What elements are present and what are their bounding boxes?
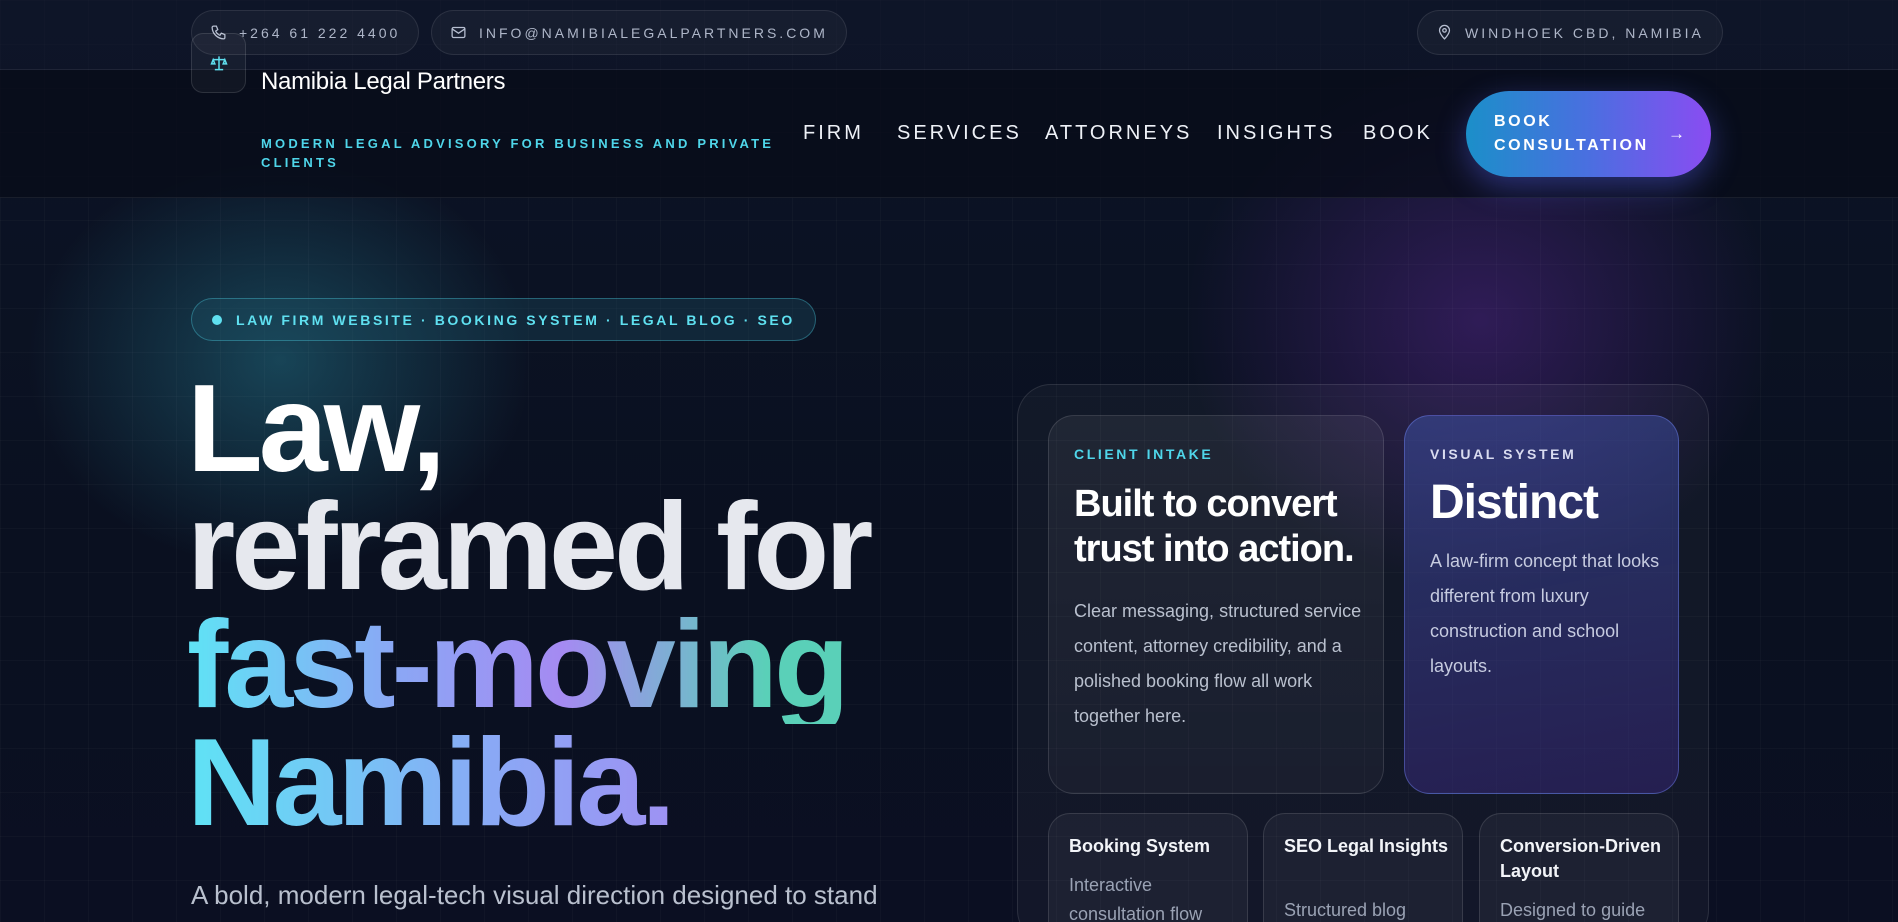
location-text: WINDHOEK CBD, NAMIBIA — [1465, 24, 1704, 41]
email-link[interactable]: INFO@NAMIBIALEGALPARTNERS.COM — [431, 10, 847, 55]
feature-title: Conversion-Driven Layout — [1500, 836, 1662, 881]
dot-icon — [212, 314, 222, 325]
hero-headline: Law, reframed for fast-moving Namibia. — [187, 360, 873, 845]
card-title: Built to convert trust into action. — [1074, 483, 1355, 570]
hero-badge: LAW FIRM WEBSITE · BOOKING SYSTEM · LEGA… — [191, 298, 816, 341]
headline-line-3: fast-moving — [187, 603, 869, 727]
arrow-right-icon: → — [1668, 124, 1685, 143]
headline-line-1: Law, — [187, 360, 446, 498]
card-body: Clear messaging, structured service cont… — [1074, 601, 1362, 726]
feature-body: Structured blog — [1284, 900, 1407, 920]
feature-title: SEO Legal Insights — [1284, 836, 1449, 856]
feature-body: Interactive consultation flow — [1069, 875, 1203, 922]
email-address: INFO@NAMIBIALEGALPARTNERS.COM — [479, 24, 828, 41]
card-body: A law-firm concept that looks different … — [1430, 551, 1660, 676]
cta-label: BOOK CONSULTATION — [1494, 113, 1649, 154]
headline-line-4: Namibia. — [187, 721, 869, 845]
contact-bar: +264 61 222 4400 INFO@NAMIBIALEGALPARTNE… — [0, 0, 1898, 70]
visual-system-card: VISUAL SYSTEM Distinct A law-firm concep… — [1404, 415, 1679, 794]
brand-name: Namibia Legal Partners — [261, 68, 506, 95]
card-eyebrow: VISUAL SYSTEM — [1430, 446, 1577, 462]
phone-number: +264 61 222 4400 — [239, 24, 401, 41]
map-pin-icon — [1438, 24, 1451, 40]
feature-card-booking: Booking System Interactive consultation … — [1048, 813, 1248, 922]
feature-card-seo: SEO Legal Insights Structured blog — [1263, 813, 1463, 922]
brand-tagline: MODERN LEGAL ADVISORY FOR BUSINESS AND P… — [261, 136, 775, 170]
nav-book[interactable]: BOOK — [1363, 122, 1433, 145]
headline-line-2: reframed for — [187, 478, 873, 616]
nav-insights[interactable]: INSIGHTS — [1217, 122, 1335, 145]
hero-badge-text: LAW FIRM WEBSITE · BOOKING SYSTEM · LEGA… — [236, 311, 795, 328]
hero-subcopy: A bold, modern legal-tech visual directi… — [191, 880, 878, 910]
card-title: Distinct — [1430, 476, 1599, 529]
feature-body: Designed to guide — [1500, 900, 1646, 920]
location-pill: WINDHOEK CBD, NAMIBIA — [1417, 10, 1723, 55]
book-consultation-button[interactable]: BOOK CONSULTATION → — [1466, 91, 1711, 177]
scales-icon — [209, 56, 228, 71]
nav-services[interactable]: SERVICES — [897, 122, 1022, 145]
client-intake-card: CLIENT INTAKE Built to convert trust int… — [1048, 415, 1384, 794]
feature-title: Booking System — [1069, 836, 1211, 856]
nav-firm[interactable]: FIRM — [803, 122, 864, 145]
nav-attorneys[interactable]: ATTORNEYS — [1045, 122, 1192, 145]
mail-icon — [451, 26, 466, 39]
logo[interactable] — [191, 33, 246, 93]
card-eyebrow: CLIENT INTAKE — [1074, 446, 1214, 462]
feature-card-conversion: Conversion-Driven Layout Designed to gui… — [1479, 813, 1679, 922]
